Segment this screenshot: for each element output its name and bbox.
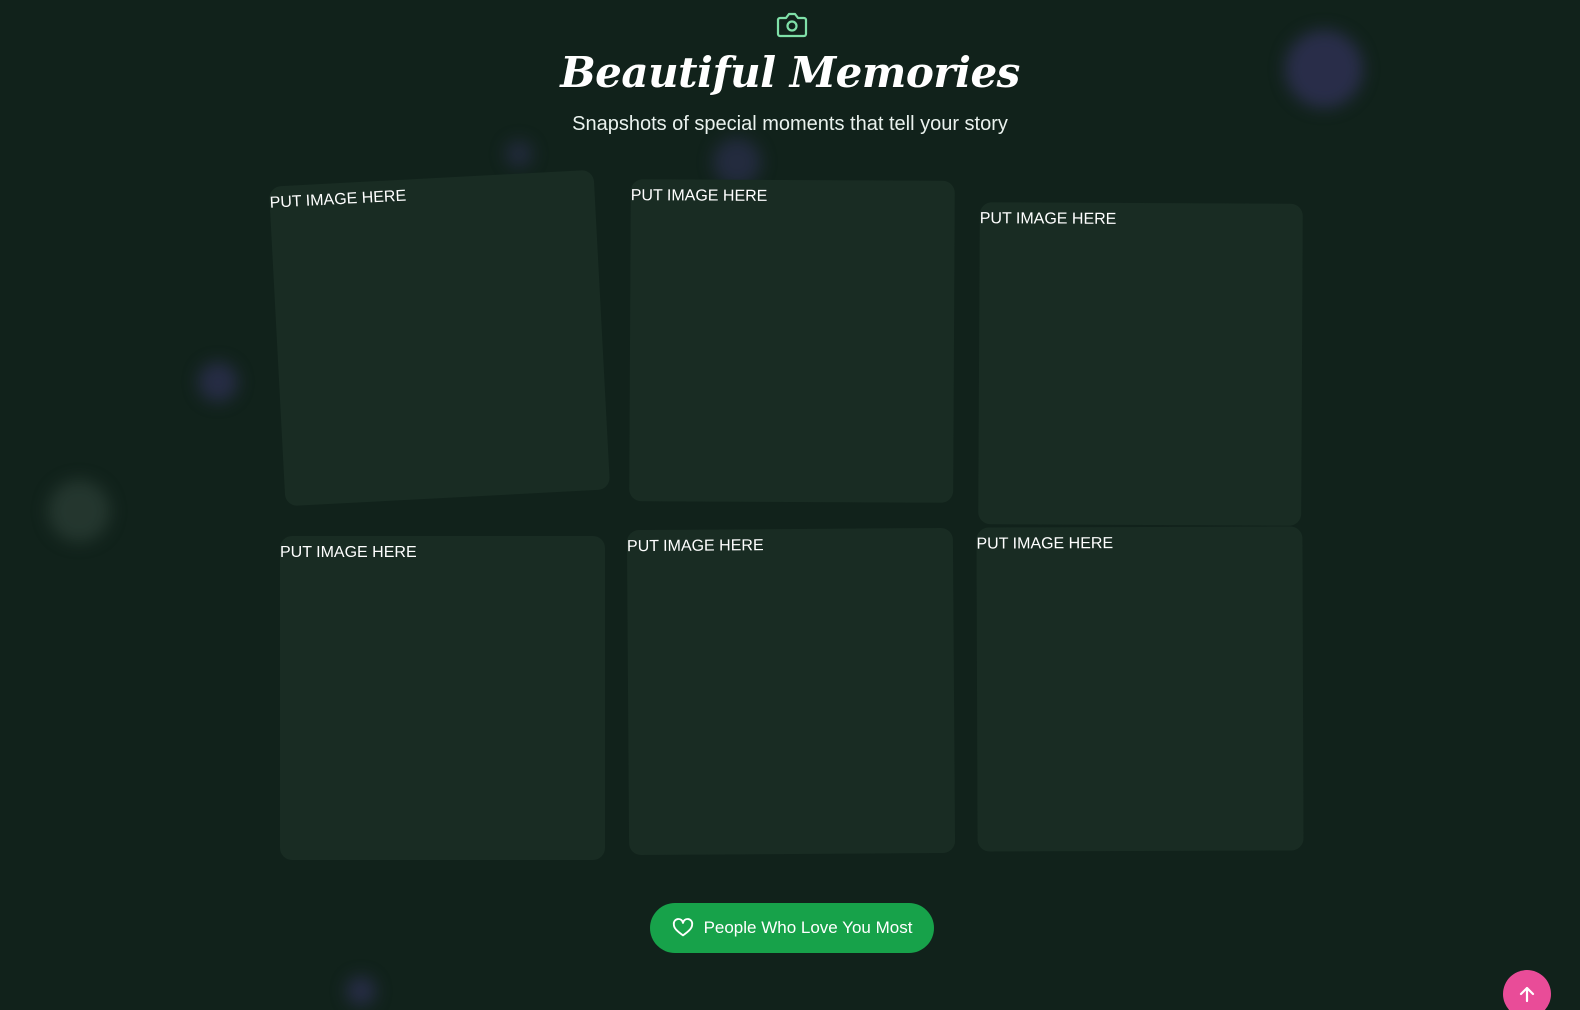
heart-icon (672, 918, 693, 937)
decorative-orb (198, 362, 238, 402)
decorative-orb (48, 480, 110, 542)
photo-placeholder-label: PUT IMAGE HERE (630, 187, 768, 205)
decorative-orb (346, 976, 376, 1006)
page-subtitle: Snapshots of special moments that tell y… (572, 113, 1008, 135)
memories-page: Beautiful Memories Snapshots of special … (0, 0, 1580, 1010)
photo-placeholder-label: PUT IMAGE HERE (979, 210, 1117, 228)
decorative-orb (505, 140, 533, 168)
photo-placeholder-label: PUT IMAGE HERE (976, 535, 1114, 553)
photo-placeholder-label: PUT IMAGE HERE (269, 187, 407, 212)
arrow-up-icon (1519, 986, 1535, 1003)
page-title: Beautiful Memories (560, 48, 1020, 97)
people-who-love-you-label: People Who Love You Most (703, 918, 913, 937)
photo-card[interactable]: PUT IMAGE HERE (626, 527, 956, 856)
photo-card[interactable]: PUT IMAGE HERE (268, 169, 611, 507)
camera-icon (776, 12, 808, 38)
photo-card[interactable]: PUT IMAGE HERE (280, 536, 605, 860)
photo-placeholder-label: PUT IMAGE HERE (280, 544, 417, 561)
photo-card[interactable]: PUT IMAGE HERE (978, 202, 1303, 526)
photo-card[interactable]: PUT IMAGE HERE (629, 179, 955, 503)
scroll-to-top-button[interactable] (1503, 970, 1551, 1010)
photo-card[interactable]: PUT IMAGE HERE (976, 526, 1304, 852)
photo-placeholder-label: PUT IMAGE HERE (626, 537, 764, 556)
people-who-love-you-button[interactable]: People Who Love You Most (650, 903, 934, 953)
